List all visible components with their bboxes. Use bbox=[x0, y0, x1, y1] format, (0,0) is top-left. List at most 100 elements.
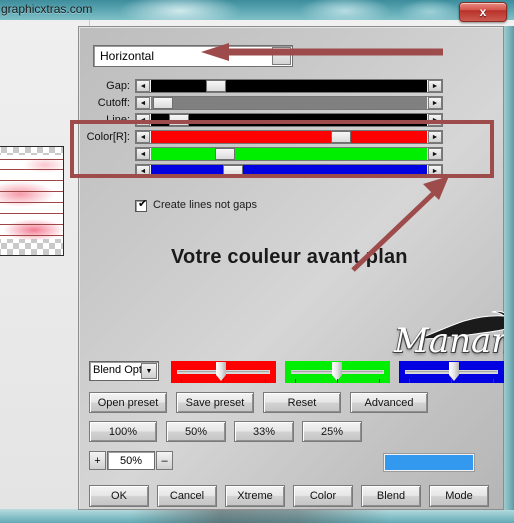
slider-row-color-g: ◄ ► 63 bbox=[135, 146, 514, 163]
orientation-dropdown[interactable]: Horizontal bbox=[93, 45, 293, 67]
color-r-scrollbar[interactable]: ◄ ► bbox=[135, 130, 443, 144]
slider-row-gap: Gap: ◄ ► 10 bbox=[106, 78, 514, 95]
zoom-33-button[interactable]: 33% bbox=[234, 421, 294, 442]
thumbnail-line bbox=[0, 235, 63, 236]
image-preview-thumbnail bbox=[0, 146, 64, 256]
zoom-level-value[interactable]: 50% bbox=[107, 451, 155, 470]
slider-label: Gap: bbox=[106, 80, 130, 92]
orientation-value: Horizontal bbox=[100, 49, 155, 63]
ok-button[interactable]: OK bbox=[89, 485, 149, 507]
slider-row-cutoff: Cutoff: ◄ ► -1 bbox=[98, 95, 514, 112]
color-g-track[interactable] bbox=[151, 148, 427, 160]
thumbnail-line bbox=[0, 213, 63, 214]
close-window-button[interactable]: x bbox=[459, 2, 507, 22]
blue-trackbar[interactable] bbox=[399, 361, 504, 383]
open-preset-button[interactable]: Open preset bbox=[89, 392, 167, 413]
scroll-left-icon[interactable]: ◄ bbox=[136, 131, 150, 143]
scroll-right-icon[interactable]: ► bbox=[428, 148, 442, 160]
scroll-left-icon[interactable]: ◄ bbox=[136, 114, 150, 126]
scroll-right-icon[interactable]: ► bbox=[428, 114, 442, 126]
color-b-thumb[interactable] bbox=[223, 165, 243, 177]
blend-option-value: Blend Opti bbox=[93, 364, 145, 376]
scroll-left-icon[interactable]: ◄ bbox=[136, 165, 150, 177]
color-r-track[interactable] bbox=[151, 131, 427, 143]
red-trackbar-thumb[interactable] bbox=[216, 362, 226, 381]
color-g-thumb[interactable] bbox=[215, 148, 235, 160]
thumbnail-line bbox=[0, 180, 63, 181]
slider-row-color-r: Color[R]: ◄ ► 171 bbox=[87, 129, 514, 146]
thumbnail-line bbox=[0, 159, 63, 160]
color-r-thumb[interactable] bbox=[331, 131, 351, 143]
bar-highlight-1 bbox=[120, 0, 240, 20]
cutoff-track[interactable] bbox=[151, 97, 427, 109]
scroll-right-icon[interactable]: ► bbox=[428, 97, 442, 109]
slider-row-line: Line: ◄ ► 10 bbox=[106, 112, 514, 129]
scroll-right-icon[interactable]: ► bbox=[428, 165, 442, 177]
thumbnail-line bbox=[0, 224, 63, 225]
chevron-down-icon[interactable]: ▼ bbox=[141, 363, 157, 379]
cutoff-thumb[interactable] bbox=[153, 97, 173, 109]
thumbnail-line bbox=[0, 169, 63, 170]
red-trackbar[interactable] bbox=[171, 361, 276, 383]
color-b-track[interactable] bbox=[151, 165, 427, 177]
advanced-button[interactable]: Advanced bbox=[350, 392, 428, 413]
scroll-right-icon[interactable]: ► bbox=[428, 80, 442, 92]
gap-scrollbar[interactable]: ◄ ► bbox=[135, 79, 443, 93]
thumbnail-line bbox=[0, 191, 63, 192]
cancel-button[interactable]: Cancel bbox=[157, 485, 217, 507]
green-trackbar[interactable] bbox=[285, 361, 390, 383]
save-preset-button[interactable]: Save preset bbox=[176, 392, 254, 413]
xtreme-button[interactable]: Xtreme bbox=[225, 485, 285, 507]
color-g-scrollbar[interactable]: ◄ ► bbox=[135, 147, 443, 161]
thumbnail-blush-mid bbox=[0, 181, 55, 207]
trackbar-tick bbox=[337, 379, 338, 383]
site-url-text: graphicxtras.com bbox=[1, 2, 93, 16]
bottom-strip bbox=[0, 509, 514, 523]
thumbnail-blush-bottom bbox=[3, 219, 63, 241]
chevron-down-icon[interactable] bbox=[272, 47, 291, 65]
zoom-100-button[interactable]: 100% bbox=[89, 421, 157, 442]
bar-highlight-3 bbox=[400, 0, 460, 20]
trackbar-tick bbox=[379, 379, 380, 383]
color-button[interactable]: Color bbox=[293, 485, 353, 507]
zoom-increase-button[interactable]: + bbox=[89, 451, 106, 470]
track-fill bbox=[151, 114, 427, 126]
trackbar-tick bbox=[265, 379, 266, 383]
trackbar-tick bbox=[493, 379, 494, 383]
track-fill bbox=[151, 148, 427, 160]
trackbar-tick bbox=[451, 379, 452, 383]
scroll-left-icon[interactable]: ◄ bbox=[136, 97, 150, 109]
trackbar-tick bbox=[223, 379, 224, 383]
left-panel-background bbox=[0, 20, 90, 510]
zoom-50-button[interactable]: 50% bbox=[166, 421, 226, 442]
gap-track[interactable] bbox=[151, 80, 427, 92]
line-thumb[interactable] bbox=[169, 114, 189, 126]
trackbar-tick bbox=[295, 379, 296, 383]
scroll-left-icon[interactable]: ◄ bbox=[136, 148, 150, 160]
line-scrollbar[interactable]: ◄ ► bbox=[135, 113, 443, 127]
line-track[interactable] bbox=[151, 114, 427, 126]
mode-button[interactable]: Mode bbox=[429, 485, 489, 507]
trackbar-tick bbox=[409, 379, 410, 383]
slider-label: Cutoff: bbox=[97, 97, 130, 109]
track-fill bbox=[151, 165, 427, 177]
dialog-right-edge bbox=[504, 26, 514, 510]
signature-text: Manany bbox=[394, 321, 514, 361]
slider-row-color-b: ◄ ► 69 bbox=[135, 163, 514, 180]
blend-option-dropdown[interactable]: Blend Opti ▼ bbox=[89, 361, 159, 381]
trackbar-tick bbox=[181, 379, 182, 383]
checkbox-icon[interactable]: ✔ bbox=[135, 199, 147, 212]
slider-label: Color[R]: bbox=[86, 131, 130, 143]
scroll-right-icon[interactable]: ► bbox=[428, 131, 442, 143]
reset-button[interactable]: Reset bbox=[263, 392, 341, 413]
blend-button[interactable]: Blend bbox=[361, 485, 421, 507]
checkbox-label: Create lines not gaps bbox=[153, 199, 257, 211]
gap-thumb[interactable] bbox=[206, 80, 226, 92]
color-b-scrollbar[interactable]: ◄ ► bbox=[135, 164, 443, 178]
zoom-25-button[interactable]: 25% bbox=[302, 421, 362, 442]
cutoff-scrollbar[interactable]: ◄ ► bbox=[135, 96, 443, 110]
color-swatch[interactable] bbox=[384, 454, 474, 471]
slider-label: Line: bbox=[106, 114, 130, 126]
zoom-decrease-button[interactable]: – bbox=[156, 451, 173, 470]
scroll-left-icon[interactable]: ◄ bbox=[136, 80, 150, 92]
